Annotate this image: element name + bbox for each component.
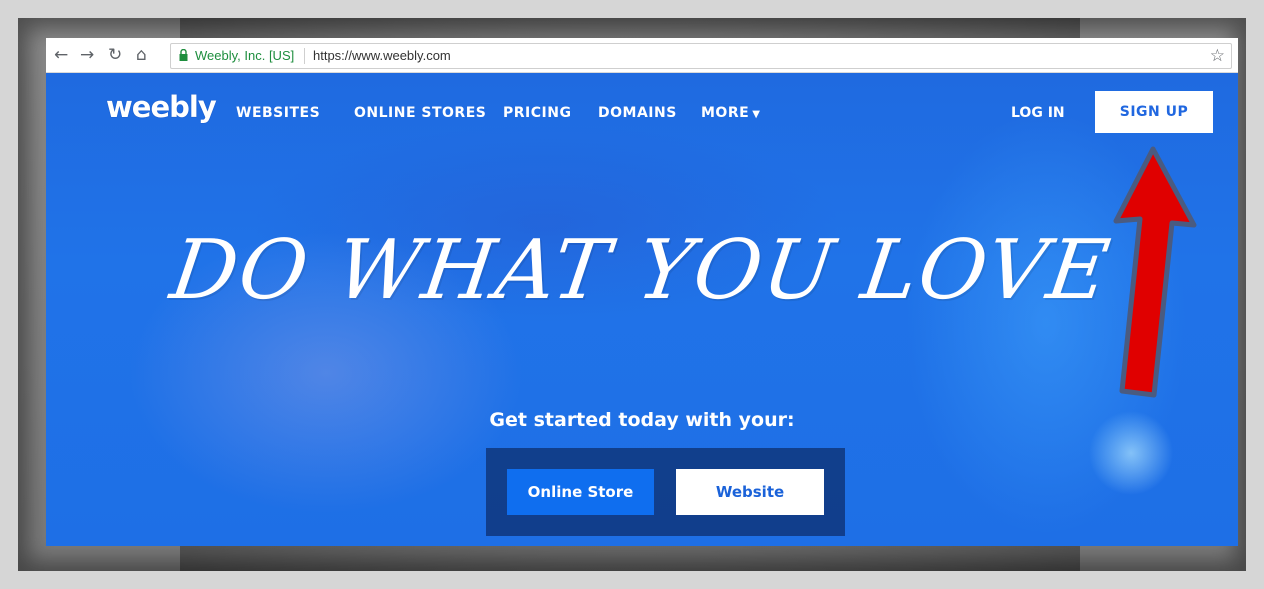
lock-icon: [179, 49, 188, 61]
hero-headline: DO WHAT YOU LOVE: [165, 223, 1117, 318]
bookmark-star-icon[interactable]: ☆: [1210, 46, 1225, 66]
browser-window: ← → ↻ ⌂ Weebly, Inc. [US] https://www.we…: [46, 38, 1238, 546]
hero-section: weebly WEBSITES ONLINE STORES PRICING DO…: [46, 73, 1238, 546]
home-icon[interactable]: ⌂: [136, 45, 147, 65]
nav-domains[interactable]: DOMAINS: [598, 105, 677, 121]
back-arrow-icon[interactable]: ←: [54, 45, 68, 65]
caret-down-icon: ▼: [752, 109, 761, 120]
weebly-logo[interactable]: weebly: [106, 90, 217, 124]
url-text[interactable]: https://www.weebly.com: [313, 48, 451, 63]
signup-button[interactable]: SIGN UP: [1095, 91, 1213, 133]
annotation-arrow-icon: [1113, 146, 1197, 398]
url-separator: [304, 48, 305, 64]
nav-pricing[interactable]: PRICING: [503, 105, 571, 121]
nav-more-label: MORE: [701, 105, 750, 121]
site-identity: Weebly, Inc. [US]: [195, 48, 295, 63]
address-bar: ← → ↻ ⌂ Weebly, Inc. [US] https://www.we…: [46, 38, 1238, 73]
online-store-button[interactable]: Online Store: [507, 469, 654, 515]
nav-more[interactable]: MORE ▼: [701, 105, 760, 121]
hero-subtitle: Get started today with your:: [489, 409, 795, 431]
website-button[interactable]: Website: [676, 469, 824, 515]
url-field[interactable]: Weebly, Inc. [US] https://www.weebly.com…: [170, 43, 1232, 69]
nav-online-stores[interactable]: ONLINE STORES: [354, 105, 486, 121]
forward-arrow-icon[interactable]: →: [80, 45, 94, 65]
reload-icon[interactable]: ↻: [108, 45, 122, 65]
cta-panel: Online Store Website: [486, 448, 845, 536]
nav-websites[interactable]: WEBSITES: [236, 105, 320, 121]
login-link[interactable]: LOG IN: [1011, 105, 1065, 121]
